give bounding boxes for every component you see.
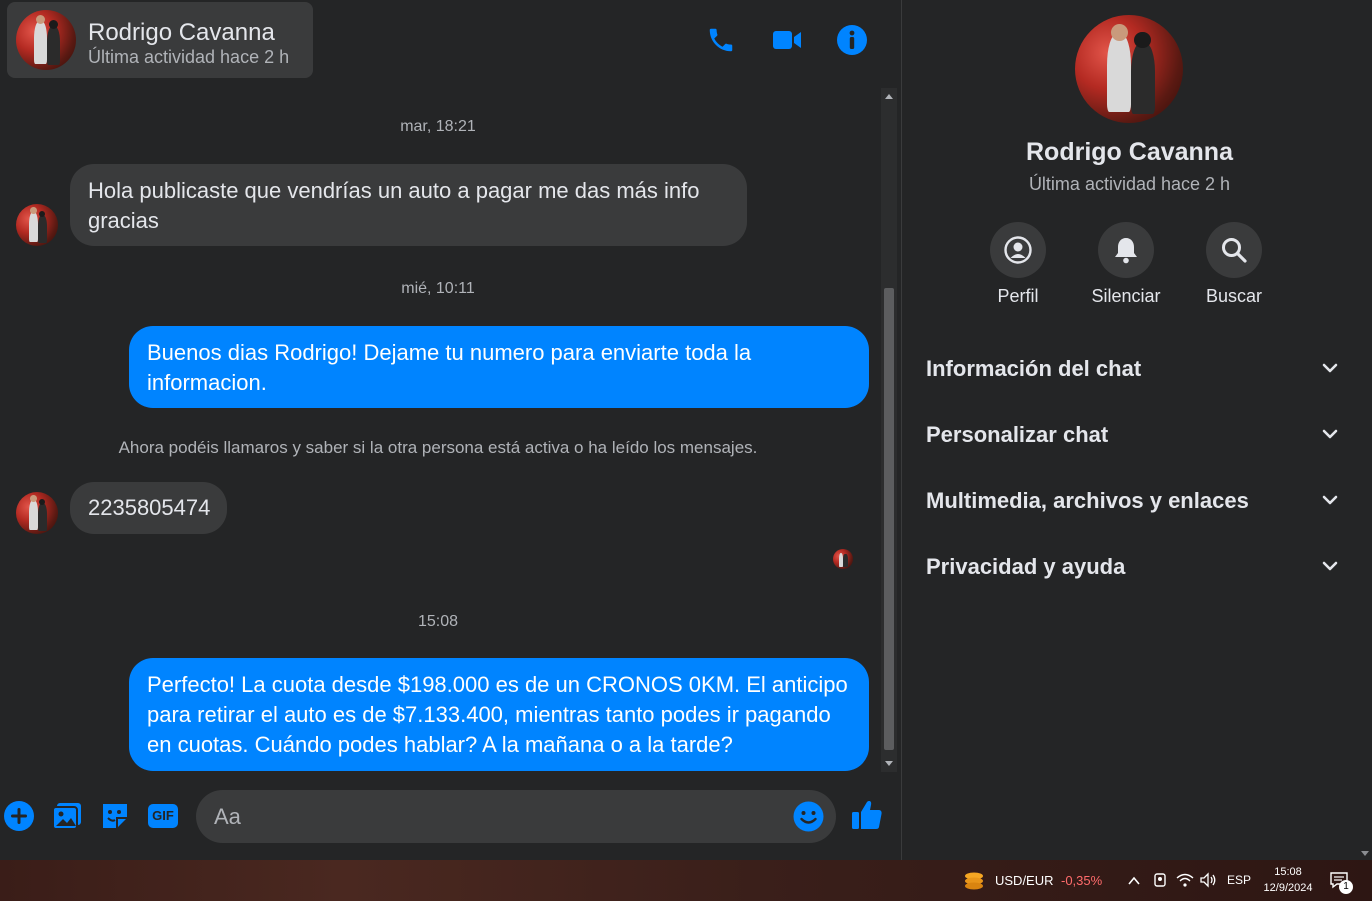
chevron-down-icon [1320, 556, 1340, 581]
volume-icon[interactable] [1199, 872, 1217, 893]
system-notice: Ahora podéis llamaros y saber si la otra… [118, 438, 758, 457]
scroll-up-arrow[interactable] [885, 94, 893, 99]
profile-label: Perfil [997, 286, 1039, 306]
gif-icon[interactable]: GIF [146, 799, 180, 833]
chevron-up-icon[interactable] [1127, 874, 1141, 892]
section-title: Personalizar chat [926, 422, 1109, 447]
profile-button[interactable]: Perfil [968, 222, 1068, 307]
video-camera-icon[interactable] [769, 22, 805, 58]
info-icon[interactable] [834, 22, 870, 58]
scroll-down-arrow[interactable] [1361, 851, 1369, 856]
section-privacy-help[interactable]: Privacidad y ayuda [914, 538, 1346, 594]
wifi-icon[interactable] [1176, 872, 1194, 893]
chat-pane: Rodrigo Cavanna Última actividad hace 2 … [0, 0, 901, 860]
clock[interactable]: 15:08 12/9/2024 [1262, 864, 1314, 896]
notification-count: 1 [1339, 880, 1353, 894]
section-customize-chat[interactable]: Personalizar chat [914, 406, 1346, 462]
windows-taskbar: USD/EUR -0,35% ESP 15:08 12/9/2024 1 [0, 860, 1372, 901]
plus-icon[interactable] [2, 799, 36, 833]
image-icon[interactable] [50, 799, 84, 833]
emoji-icon[interactable] [792, 800, 825, 833]
chevron-down-icon [1320, 358, 1340, 383]
message-composer[interactable] [196, 790, 836, 843]
chat-scrollbar[interactable] [881, 88, 897, 772]
outgoing-message[interactable]: Perfecto! La cuota desde $198.000 es de … [129, 658, 869, 771]
chevron-down-icon [1320, 490, 1340, 515]
message-avatar [16, 204, 58, 246]
section-media-files-links[interactable]: Multimedia, archivos y enlaces [914, 472, 1346, 528]
section-title: Privacidad y ayuda [926, 554, 1126, 579]
phone-icon[interactable] [703, 22, 739, 58]
message-avatar [16, 492, 58, 534]
search-label: Buscar [1205, 286, 1263, 306]
sticker-icon[interactable] [98, 799, 132, 833]
chevron-down-icon [1320, 424, 1340, 449]
clock-date: 12/9/2024 [1263, 882, 1313, 894]
info-panel: Rodrigo Cavanna Última actividad hace 2 … [901, 0, 1372, 860]
timestamp: 15:08 [417, 613, 459, 630]
scroll-thumb[interactable] [884, 288, 894, 750]
contact-status: Última actividad hace 2 h [88, 47, 290, 67]
message-input[interactable] [214, 802, 774, 832]
contact-avatar[interactable] [16, 10, 76, 70]
section-title: Multimedia, archivos y enlaces [926, 488, 1249, 513]
contact-name[interactable]: Rodrigo Cavanna [88, 19, 275, 47]
currency-pair[interactable]: USD/EUR [995, 873, 1054, 888]
timestamp: mar, 18:21 [400, 118, 476, 135]
profile-avatar[interactable] [1075, 15, 1183, 123]
bell-icon [1098, 222, 1154, 278]
mute-label: Silenciar [1091, 286, 1161, 306]
profile-status: Última actividad hace 2 h [1028, 174, 1231, 194]
scroll-down-arrow[interactable] [885, 761, 893, 766]
profile-name: Rodrigo Cavanna [1026, 138, 1233, 166]
language-indicator[interactable]: ESP [1227, 873, 1251, 887]
search-icon [1206, 222, 1262, 278]
search-button[interactable]: Buscar [1184, 222, 1284, 307]
section-title: Información del chat [926, 356, 1142, 381]
incoming-message[interactable]: Hola publicaste que vendrías un auto a p… [70, 164, 747, 246]
timestamp: mié, 10:11 [401, 280, 475, 297]
incoming-message[interactable]: 2235805474 [70, 482, 227, 534]
currency-widget-icon[interactable] [962, 870, 986, 892]
meet-icon[interactable] [1152, 872, 1168, 893]
section-chat-info[interactable]: Información del chat [914, 340, 1346, 396]
gif-label: GIF [148, 804, 178, 828]
info-scrollbar[interactable] [1358, 0, 1372, 860]
read-receipt-avatar [833, 549, 853, 569]
currency-change: -0,35% [1061, 873, 1103, 888]
mute-button[interactable]: Silenciar [1076, 222, 1176, 307]
chat-header[interactable]: Rodrigo Cavanna Última actividad hace 2 … [7, 2, 313, 78]
user-circle-icon [990, 222, 1046, 278]
clock-time: 15:08 [1274, 866, 1302, 878]
like-icon[interactable] [850, 798, 884, 832]
outgoing-message[interactable]: Buenos dias Rodrigo! Dejame tu numero pa… [129, 326, 869, 408]
